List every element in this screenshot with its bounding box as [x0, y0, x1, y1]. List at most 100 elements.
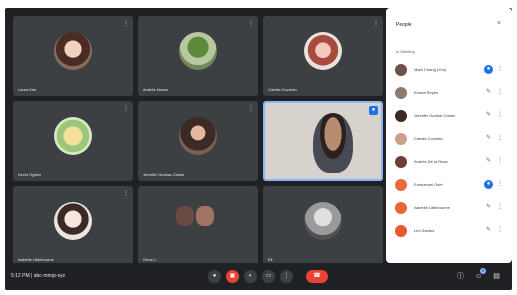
- people-panel: People × In Meeting Mark Chang (You) ● ⋮…: [386, 8, 512, 263]
- more-vert-icon[interactable]: ⋮: [497, 180, 503, 189]
- participant-name: Andrés De la Rosa: [414, 159, 448, 164]
- participant-list-item[interactable]: Camila Guzmán ✎ ⋮: [392, 129, 506, 149]
- panel-section-label: In Meeting: [396, 49, 415, 54]
- participant-tile[interactable]: Eli: [263, 186, 383, 266]
- participant-tile[interactable]: ⋮ Camila Guzmán: [263, 16, 383, 96]
- participant-list-item[interactable]: Andrés De la Rosa ✎ ⋮: [392, 152, 506, 172]
- participant-name: Camila Guzmán: [268, 87, 297, 92]
- avatar: [395, 87, 407, 99]
- video-feed: [176, 206, 194, 226]
- mic-off-icon: ⋮: [123, 191, 129, 197]
- video-feed: [313, 113, 353, 173]
- bottom-toolbar: 5:12 PM | abc-mnop-xyz ● ▣ ◐ ▭ ⋮ ☎ ⓘ ☺ 9…: [5, 263, 512, 290]
- participant-list-item[interactable]: Isabelle Littlebourne ✎ ⋮: [392, 198, 506, 218]
- mic-off-icon[interactable]: ✎: [484, 111, 493, 120]
- participant-name: Jennifer Dunbar-Clarke: [143, 172, 185, 177]
- camera-off-icon: ▣: [229, 273, 236, 279]
- participant-list-item[interactable]: Emmanuel Osei ● ⋮: [392, 175, 506, 195]
- leave-call-button[interactable]: ☎: [306, 270, 328, 283]
- participant-list-item[interactable]: Mark Chang (You) ● ⋮: [392, 60, 506, 80]
- participant-list-item[interactable]: Emma Reyes ✎ ⋮: [392, 83, 506, 103]
- participant-name: Eli: [268, 257, 273, 262]
- participant-name: Camila Guzmán: [414, 136, 443, 141]
- avatar: [54, 202, 92, 240]
- participant-name: Isabelle Littlebourne: [414, 205, 450, 210]
- info-button[interactable]: ⓘ: [455, 271, 466, 282]
- participant-name: Emmanuel Osei: [414, 182, 443, 187]
- participant-tile[interactable]: ⋮ Kevin Ogden: [13, 101, 133, 181]
- mic-off-icon: ⋮: [123, 106, 129, 112]
- mic-off-icon[interactable]: ✎: [484, 134, 493, 143]
- mic-icon[interactable]: ●: [484, 65, 493, 74]
- more-vert-icon: ⋮: [283, 273, 290, 279]
- participant-name: Isabelle Littlebourne: [18, 257, 54, 262]
- participant-tile[interactable]: ⋮ Andrés Nunez: [138, 16, 258, 96]
- participant-name: Leo Santos: [414, 228, 435, 233]
- avatar: [304, 32, 342, 70]
- participant-name: Emma Reyes: [414, 90, 439, 95]
- participant-list-item[interactable]: Leo Santos ✎ ⋮: [392, 221, 506, 241]
- panel-title: People: [396, 22, 412, 28]
- mic-off-icon[interactable]: ✎: [484, 88, 493, 97]
- meeting-time: 5:12 PM: [11, 273, 30, 279]
- participant-name: Kevin Ogden: [18, 172, 42, 177]
- meeting-info: 5:12 PM | abc-mnop-xyz: [11, 273, 65, 280]
- participant-tile[interactable]: ⋮ Isabelle Littlebourne: [13, 186, 133, 266]
- close-icon[interactable]: ×: [495, 20, 503, 28]
- avatar: [395, 64, 407, 76]
- call-end-icon: ☎: [313, 273, 321, 279]
- avatar: [395, 133, 407, 145]
- mic-off-icon: ⋮: [123, 21, 129, 27]
- participant-name: Mark Chang (You): [414, 67, 447, 72]
- participant-tile[interactable]: ⋮ Jennifer Dunbar-Clarke: [138, 101, 258, 181]
- avatar: [395, 225, 407, 237]
- avatar: [395, 110, 407, 122]
- mic-button[interactable]: ●: [208, 270, 221, 283]
- mic-off-icon: ⋮: [373, 21, 379, 27]
- participant-name: Jennifer Dunbar-Clarke: [414, 113, 456, 118]
- mic-icon[interactable]: ●: [484, 180, 493, 189]
- more-vert-icon[interactable]: ⋮: [497, 203, 503, 212]
- more-vert-icon[interactable]: ⋮: [497, 88, 503, 97]
- participant-name: Omar L.: [143, 257, 158, 262]
- captions-button[interactable]: ◐: [244, 270, 257, 283]
- people-button[interactable]: ☺ 9: [473, 268, 486, 282]
- mic-off-icon: ⋮: [248, 106, 254, 112]
- participant-list-item[interactable]: Jennifer Dunbar-Clarke ✎ ⋮: [392, 106, 506, 126]
- present-icon: ▭: [265, 273, 272, 279]
- avatar: [395, 202, 407, 214]
- mic-off-icon[interactable]: ✎: [484, 203, 493, 212]
- present-button[interactable]: ▭: [262, 270, 275, 283]
- participant-name: Laura Kim: [18, 87, 37, 92]
- participant-tile[interactable]: Omar L.: [138, 186, 258, 266]
- people-icon: ☺: [474, 273, 483, 280]
- participant-count-badge: 9: [480, 268, 486, 274]
- more-vert-icon[interactable]: ⋮: [497, 65, 503, 74]
- speaking-icon: ●: [369, 106, 378, 115]
- mic-off-icon[interactable]: ✎: [484, 226, 493, 235]
- more-vert-icon[interactable]: ⋮: [497, 157, 503, 166]
- meeting-code: abc-mnop-xyz: [33, 273, 66, 279]
- mic-off-icon: ⋮: [248, 21, 254, 27]
- chat-button[interactable]: ▤: [491, 271, 502, 282]
- avatar: [179, 32, 217, 70]
- avatar: [395, 179, 407, 191]
- participant-tile[interactable]: ⋮ Laura Kim: [13, 16, 133, 96]
- info-icon: ⓘ: [457, 273, 464, 280]
- meet-window: ⋮ Laura Kim ⋮ Andrés Nunez ⋮ Camila Guzm…: [5, 8, 512, 290]
- avatar: [54, 117, 92, 155]
- mic-icon: ●: [212, 273, 217, 279]
- active-speaker-tile[interactable]: ●: [263, 101, 383, 181]
- more-vert-icon[interactable]: ⋮: [497, 134, 503, 143]
- avatar: [304, 202, 342, 240]
- more-vert-icon[interactable]: ⋮: [497, 226, 503, 235]
- more-vert-icon[interactable]: ⋮: [497, 111, 503, 120]
- avatar: [179, 117, 217, 155]
- captions-icon: ◐: [248, 273, 253, 279]
- participant-name: Andrés Nunez: [143, 87, 169, 92]
- avatar: [395, 156, 407, 168]
- video-feed: [196, 206, 214, 226]
- mic-off-icon[interactable]: ✎: [484, 157, 493, 166]
- more-options-button[interactable]: ⋮: [280, 270, 293, 283]
- camera-off-button[interactable]: ▣: [226, 270, 239, 283]
